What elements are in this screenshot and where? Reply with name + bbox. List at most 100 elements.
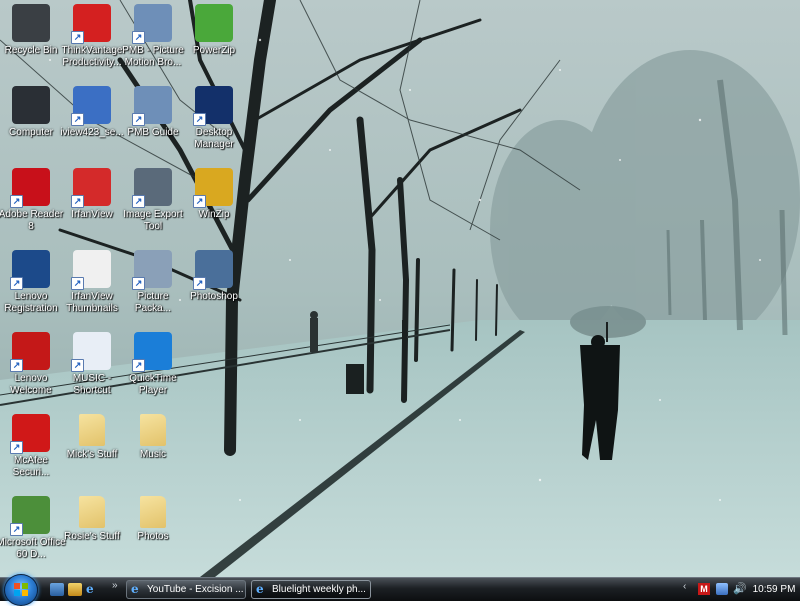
tray-expand-button[interactable]: ‹ <box>683 581 686 592</box>
desktop-icon-image-export-tool[interactable]: ↗ Image Export Tool <box>122 166 184 244</box>
desktop-icon-irfanview-thumbnails[interactable]: ↗ IrfanView Thumbnails <box>61 248 123 326</box>
shortcut-arrow-icon: ↗ <box>193 277 206 290</box>
desktop-icon-iview423-se[interactable]: ↗ iview423_se... <box>60 84 124 162</box>
internet-explorer-icon[interactable]: e <box>86 583 100 596</box>
start-button[interactable] <box>4 574 38 606</box>
desktop-icon-label: Photoshop <box>190 291 238 302</box>
volume-icon[interactable]: 🔊 <box>733 583 747 595</box>
shortcut-arrow-icon: ↗ <box>71 31 84 44</box>
panda-icon: ↗ <box>71 250 111 290</box>
shortcut-arrow-icon: ↗ <box>10 523 23 536</box>
folder-icon <box>140 414 166 446</box>
shortcut-arrow-icon: ↗ <box>10 441 23 454</box>
music-note-icon: ↗ <box>71 332 111 372</box>
desktop-icon-label: Desktop Manager <box>194 127 234 150</box>
desktop-icon-microsoft-office-60-d[interactable]: ↗ Microsoft Office 60 D... <box>0 494 66 572</box>
shortcut-arrow-icon: ↗ <box>10 195 23 208</box>
windows-logo-icon <box>14 583 28 596</box>
desktop-icon-lenovo-welcome[interactable]: ↗ Lenovo Welcome <box>0 330 62 408</box>
shortcut-arrow-icon: ↗ <box>132 195 145 208</box>
shortcut-arrow-icon: ↗ <box>132 113 145 126</box>
folder-icon <box>79 496 105 528</box>
desktop-icon-picture-packa[interactable]: ↗ Picture Packa... <box>122 248 184 326</box>
network-icon[interactable] <box>716 583 728 595</box>
blackberry-icon: ↗ <box>193 86 233 126</box>
desktop-icon-pmb-guide[interactable]: ↗ PMB Guide <box>122 84 184 162</box>
shortcut-arrow-icon: ↗ <box>193 113 206 126</box>
desktop-icon-label: Mick's Stuff <box>66 449 118 460</box>
photoshop-icon: ↗ <box>193 250 233 290</box>
lenovo-icon: ↗ <box>10 250 50 290</box>
installer-icon: ↗ <box>71 86 111 126</box>
desktop-icon-desktop-manager[interactable]: ↗ Desktop Manager <box>183 84 245 162</box>
desktop-icon-label: Music <box>139 449 167 460</box>
thinkvantage-icon: ↗ <box>71 4 111 44</box>
system-clock[interactable]: 10:59 PM <box>748 578 800 601</box>
shortcut-arrow-icon: ↗ <box>10 359 23 372</box>
desktop-icon-label: ThinkVantage Productivity... <box>61 45 123 68</box>
shortcut-arrow-icon: ↗ <box>10 277 23 290</box>
internet-explorer-icon: e <box>256 582 264 596</box>
desktop-icon-mcafee-securi[interactable]: ↗ McAfee Securi... <box>0 412 62 490</box>
taskbar-button-youtube[interactable]: e YouTube - Excision ... <box>126 580 246 599</box>
desktop-icon-label: WinZip <box>198 209 230 220</box>
mcafee-tray-icon[interactable]: M <box>698 583 710 595</box>
desktop-icon-music-shortcut[interactable]: ↗ MUSIC - Shortcut <box>61 330 123 408</box>
internet-explorer-icon: e <box>131 582 139 596</box>
recycle-bin-icon <box>12 4 50 42</box>
computer-icon <box>12 86 50 124</box>
desktop-icon-photos[interactable]: Photos <box>122 494 184 572</box>
shortcut-arrow-icon: ↗ <box>71 359 84 372</box>
desktop-icon-computer[interactable]: Computer <box>0 84 62 162</box>
picture-package-icon: ↗ <box>132 250 172 290</box>
desktop-icon-quicktime-player[interactable]: ↗ QuickTime Player <box>122 330 184 408</box>
desktop-icon-label: MUSIC - Shortcut <box>72 373 112 396</box>
desktop-icon-lenovo-registration[interactable]: ↗ Lenovo Registration <box>0 248 62 326</box>
office-icon: ↗ <box>10 496 50 536</box>
shortcut-arrow-icon: ↗ <box>132 277 145 290</box>
desktop-icon-pmb-picture-motion-bro[interactable]: ↗ PMB - Picture Motion Bro... <box>122 2 184 80</box>
shortcut-arrow-icon: ↗ <box>193 195 206 208</box>
desktop-icon-label: IrfanView <box>71 209 113 220</box>
pmb-icon: ↗ <box>132 4 172 44</box>
desktop-icon-rosie-s-stuff[interactable]: Rosie's Stuff <box>61 494 123 572</box>
shortcut-arrow-icon: ↗ <box>132 31 145 44</box>
desktop-icon-label: Image Export Tool <box>123 209 183 232</box>
taskbar-button-bluelight[interactable]: e Bluelight weekly ph... <box>251 580 371 599</box>
winzip-icon: ↗ <box>193 168 233 208</box>
desktop-icon-label: IrfanView Thumbnails <box>66 291 118 314</box>
media-player-icon[interactable] <box>68 583 82 596</box>
desktop-icon-irfanview[interactable]: ↗ IrfanView <box>61 166 123 244</box>
desktop-icon-powerzip[interactable]: PowerZip <box>183 2 245 80</box>
camera-icon: ↗ <box>132 168 172 208</box>
shortcut-arrow-icon: ↗ <box>71 277 84 290</box>
taskbar: e » e YouTube - Excision ... e Bluelight… <box>0 574 800 606</box>
shortcut-arrow-icon: ↗ <box>71 195 84 208</box>
powerzip-icon <box>195 4 233 42</box>
desktop-icon-label: PMB - Picture Motion Bro... <box>122 45 184 68</box>
desktop-icon-music[interactable]: Music <box>122 412 184 490</box>
folder-icon <box>79 414 105 446</box>
desktop-icon-label: QuickTime Player <box>129 373 177 396</box>
task-label: Bluelight weekly ph... <box>272 584 366 595</box>
irfanview-icon: ↗ <box>71 168 111 208</box>
lenovo-welcome-icon: ↗ <box>10 332 50 372</box>
desktop-icon-label: PMB Guide <box>127 127 179 138</box>
shortcut-arrow-icon: ↗ <box>71 113 84 126</box>
desktop-icon-label: PowerZip <box>192 45 236 56</box>
desktop-icon-photoshop[interactable]: ↗ Photoshop <box>183 248 245 326</box>
desktop-icon-label: Rosie's Stuff <box>64 531 120 542</box>
show-desktop-icon[interactable] <box>50 583 64 596</box>
desktop-icon-label: iview423_se... <box>60 127 124 138</box>
shortcut-arrow-icon: ↗ <box>132 359 145 372</box>
quick-launch-more-button[interactable]: » <box>112 580 118 591</box>
desktop-icon-recycle-bin[interactable]: Recycle Bin <box>0 2 62 80</box>
desktop-icon-adobe-reader-8[interactable]: ↗ Adobe Reader 8 <box>0 166 63 244</box>
desktop-icon-mick-s-stuff[interactable]: Mick's Stuff <box>61 412 123 490</box>
pmb-guide-icon: ↗ <box>132 86 172 126</box>
desktop-icon-label: Photos <box>137 531 169 542</box>
desktop-icon-winzip[interactable]: ↗ WinZip <box>183 166 245 244</box>
adobe-reader-icon: ↗ <box>10 168 50 208</box>
mcafee-icon: ↗ <box>10 414 50 454</box>
desktop-icon-thinkvantage-productivity[interactable]: ↗ ThinkVantage Productivity... <box>61 2 123 80</box>
